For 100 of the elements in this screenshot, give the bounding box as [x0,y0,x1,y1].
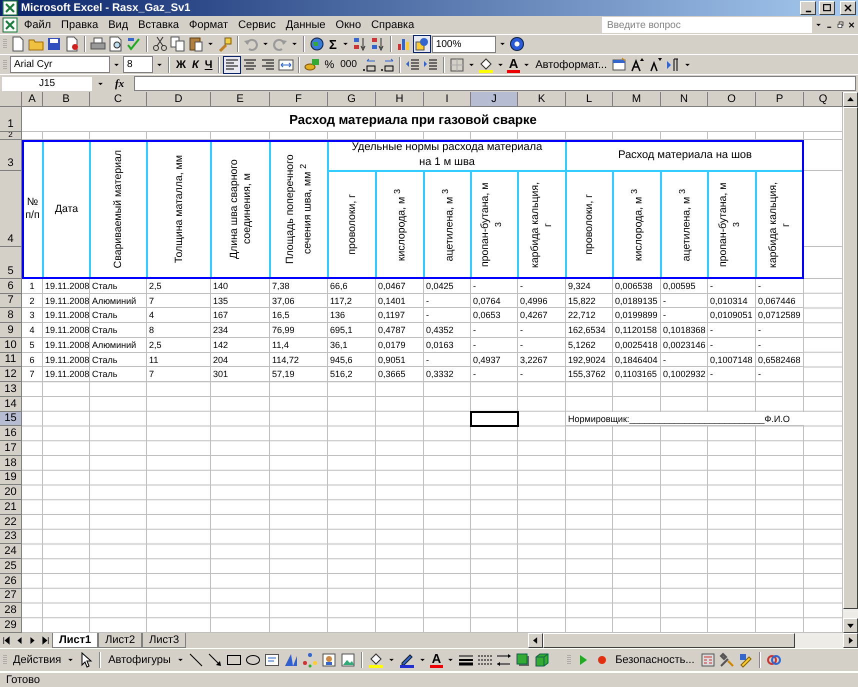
name-box[interactable]: J15 [2,76,92,91]
menu-item[interactable]: Данные [282,18,330,32]
row-header[interactable]: 22 [0,514,22,530]
row-header[interactable]: 6 [0,278,22,294]
column-header[interactable]: D [147,92,211,107]
row-header[interactable]: 5 [0,246,22,279]
menu-item[interactable]: Окно [332,18,366,32]
insert-function-button[interactable]: fx [109,78,130,90]
maximize-button[interactable] [819,1,835,16]
shadow-icon[interactable] [515,652,532,668]
menu-item[interactable]: Вставка [134,18,184,32]
workbook-icon[interactable] [2,17,18,34]
row-header[interactable]: 9 [0,323,22,338]
percent-button[interactable]: % [322,58,336,71]
chart-icon[interactable] [396,36,412,52]
arrow-icon[interactable] [206,652,223,668]
row-header[interactable]: 20 [0,485,22,500]
scroll-thumb[interactable] [543,633,795,648]
scroll-down-button[interactable] [843,618,858,633]
row-header[interactable]: 10 [0,338,22,353]
new-document-icon[interactable] [10,36,26,52]
menu-item[interactable]: Сервис [234,18,280,32]
save-icon[interactable] [46,36,62,52]
menu-item[interactable]: Файл [20,18,56,32]
column-header[interactable]: O [708,92,756,107]
column-header[interactable]: M [613,92,661,107]
3d-cube-icon[interactable] [534,652,550,668]
clip-art-icon[interactable] [320,652,337,668]
select-all-corner[interactable] [0,92,22,107]
arrow-style-icon[interactable] [496,652,512,668]
first-sheet-icon[interactable] [1,635,12,646]
column-header[interactable]: C [90,92,147,107]
formula-input-field[interactable] [134,76,856,92]
table-icon[interactable] [611,56,627,73]
help-search-field[interactable]: Введите вопрос [602,17,812,34]
menu-item[interactable]: Формат [185,18,232,32]
row-header[interactable]: 27 [0,588,22,604]
fill-color-icon[interactable] [368,652,384,668]
row-header[interactable]: 4 [0,170,22,247]
merge-center-icon[interactable] [278,56,294,73]
bold-button[interactable]: Ж [174,58,188,71]
row-header[interactable]: 26 [0,574,22,589]
column-header[interactable]: A [22,92,43,107]
row-header[interactable]: 19 [0,470,22,486]
wordart-icon[interactable] [282,652,299,668]
row-header[interactable]: 12 [0,367,22,382]
column-header[interactable]: F [270,92,328,107]
row-header[interactable]: 14 [0,396,22,412]
column-header[interactable]: B [43,92,90,107]
row-header[interactable]: 8 [0,308,22,324]
drawing-icon[interactable] [414,36,430,52]
row-header[interactable]: 13 [0,382,22,397]
row-header[interactable]: 1 [0,106,22,132]
thousands-separator-button[interactable]: 000 [338,59,359,70]
column-header[interactable]: N [661,92,708,107]
row-header[interactable]: 17 [0,441,22,456]
column-header[interactable]: H [376,92,424,107]
autoformat-button[interactable]: Автоформат... [533,58,609,71]
column-header[interactable]: G [328,92,376,107]
print-preview-icon[interactable] [108,36,124,52]
horizontal-scrollbar[interactable] [528,633,858,648]
borders-icon[interactable] [448,56,465,73]
menu-item[interactable]: Вид [104,18,132,32]
sort-ascending-icon[interactable] [352,36,368,52]
row-header[interactable]: 7 [0,294,22,308]
row-header[interactable]: 16 [0,426,22,442]
text-box-icon[interactable] [264,652,280,668]
font-dropdown[interactable]: Arial Cyr [10,56,110,74]
row-header[interactable]: 15 [0,412,22,426]
row-header[interactable]: 25 [0,559,22,574]
row-header[interactable]: 3 [0,140,22,171]
column-header[interactable]: Q [804,92,843,107]
column-header[interactable]: I [424,92,471,107]
zoom-dropdown[interactable]: 100% [432,36,496,53]
italic-button[interactable]: К [190,58,201,71]
menu-item[interactable]: Справка [367,18,418,32]
scroll-right-button[interactable] [843,633,858,648]
tools-icon[interactable] [718,652,735,668]
row-header[interactable]: 11 [0,352,22,368]
increase-decimal-icon[interactable] [360,56,377,73]
column-header[interactable]: P [756,92,804,107]
row-header[interactable]: 29 [0,618,22,633]
row-header[interactable]: 23 [0,530,22,544]
decrease-decimal-icon[interactable] [378,56,395,73]
align-left-icon[interactable] [224,56,240,73]
print-icon[interactable] [90,36,106,52]
security-button[interactable]: Безопасность... [613,654,697,666]
copy-icon[interactable] [170,36,186,52]
row-header[interactable]: 21 [0,500,22,515]
sheet-tab[interactable]: Лист2 [98,633,142,648]
diagram-icon[interactable] [302,652,318,668]
scroll-left-button[interactable] [528,633,543,648]
font-color-button[interactable]: A [430,652,444,668]
scroll-up-button[interactable] [843,92,858,107]
grow-font-icon[interactable] [629,56,645,73]
spelling-check-icon[interactable] [126,36,142,52]
minimize-button[interactable] [800,1,816,16]
column-header[interactable]: E [211,92,270,107]
hyperlink-globe-icon[interactable] [309,36,325,52]
row-header[interactable]: 24 [0,544,22,560]
